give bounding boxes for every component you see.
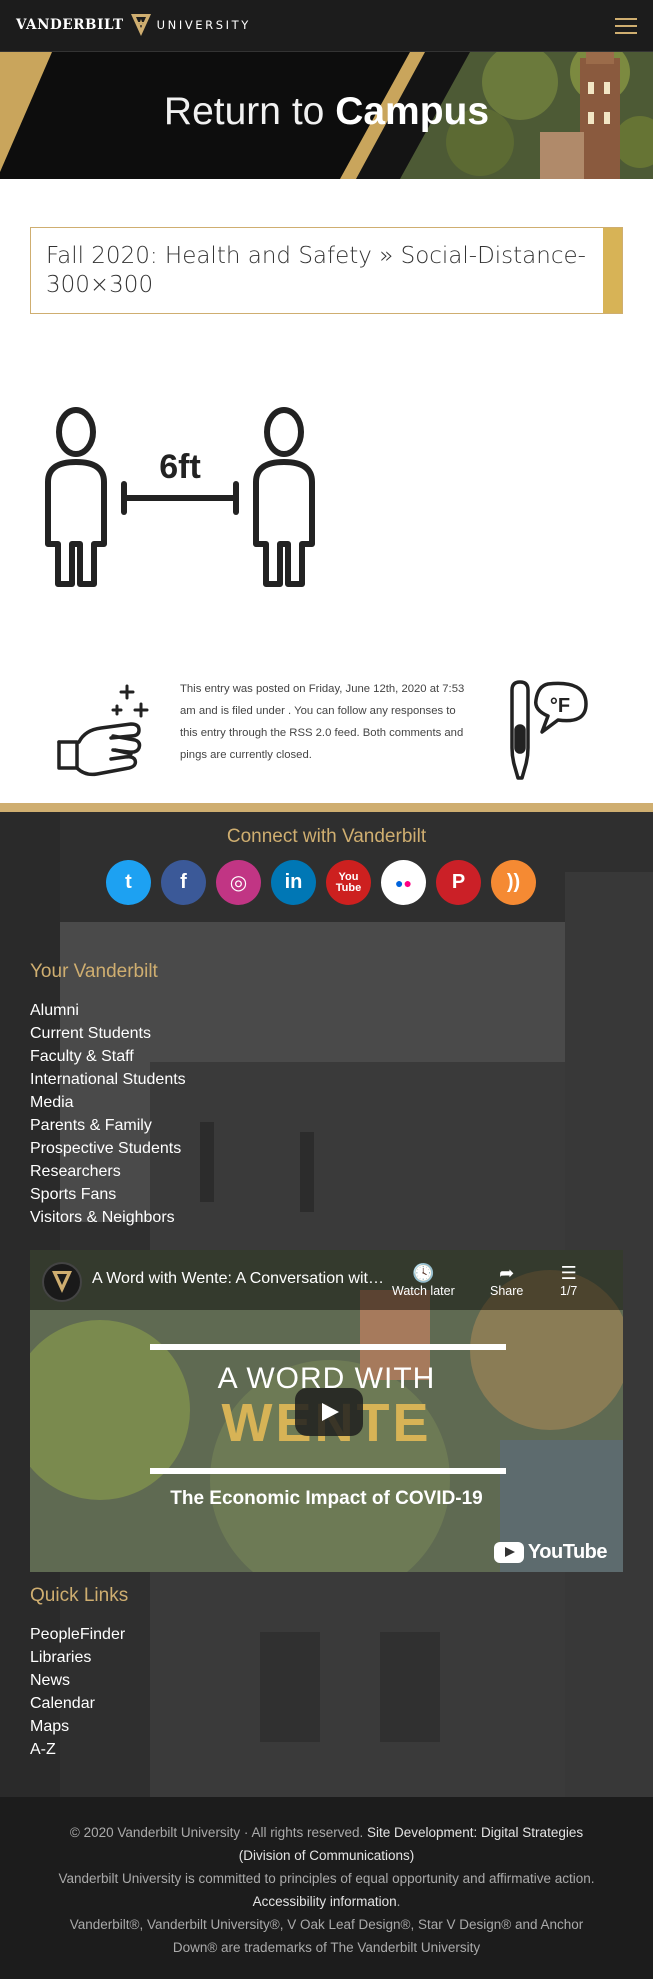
- video-title[interactable]: A Word with Wente: A Conversation with C…: [92, 1270, 392, 1288]
- link-researchers[interactable]: Researchers: [30, 1160, 186, 1183]
- copyright-line1: © 2020 Vanderbilt University · All right…: [50, 1821, 603, 1867]
- breadcrumb-accent-bar: [603, 228, 622, 313]
- thermometer-unit: °F: [550, 695, 570, 717]
- hand-washing-icon: [57, 684, 149, 777]
- connect-title: Connect with Vanderbilt: [226, 826, 427, 847]
- breadcrumb-separator: »: [379, 243, 394, 269]
- breadcrumb-parent-link[interactable]: Fall 2020: Health and Safety: [46, 243, 372, 269]
- footer: Connect with Vanderbilt t f ◎ in You Tube ● ● P…: [0, 812, 653, 1797]
- playlist-count: 1/7: [560, 1284, 578, 1298]
- link-a-z[interactable]: A-Z: [30, 1738, 125, 1761]
- link-maps[interactable]: Maps: [30, 1715, 125, 1738]
- embedded-video[interactable]: A Word with Wente: A Conversation with C…: [30, 1250, 623, 1572]
- flickr-dots: ●: [395, 874, 404, 891]
- link-prospective-students[interactable]: Prospective Students: [30, 1137, 186, 1160]
- linkedin-icon[interactable]: in: [271, 860, 316, 905]
- link-parents-family[interactable]: Parents & Family: [30, 1114, 186, 1137]
- top-navigation-bar: VANDERBILT UNIVERSITY: [0, 0, 653, 52]
- youtube-play-icon: [493, 1542, 524, 1563]
- link-current-students[interactable]: Current Students: [30, 1022, 186, 1045]
- watch-later-label: Watch later: [392, 1284, 455, 1298]
- link-international-students[interactable]: International Students: [30, 1068, 186, 1091]
- link-peoplefinder[interactable]: PeopleFinder: [30, 1623, 125, 1646]
- your-vanderbilt-title: Your Vanderbilt: [30, 961, 158, 982]
- youtube-icon[interactable]: You Tube: [326, 860, 371, 905]
- hero-title: Return to Campus: [0, 90, 653, 134]
- vanderbilt-logo[interactable]: VANDERBILT UNIVERSITY: [16, 13, 251, 37]
- trademark-statement: Vanderbilt®, Vanderbilt University®, V O…: [69, 1917, 584, 1955]
- logo-word-vanderbilt: VANDERBILT: [16, 17, 124, 33]
- pinterest-icon[interactable]: P: [436, 860, 481, 905]
- rss-icon[interactable]: )): [491, 860, 536, 905]
- accessibility-link[interactable]: Accessibility information: [253, 1894, 397, 1909]
- your-vanderbilt-links: Alumni Current Students Faculty & Staff Int…: [30, 999, 186, 1229]
- rss-link[interactable]: RSS 2.0: [289, 727, 331, 739]
- post-meta-text: This entry was posted on Friday, June 12…: [180, 678, 476, 766]
- hero-title-light: Return to: [163, 90, 325, 133]
- link-visitors-neighbors[interactable]: Visitors & Neighbors: [30, 1206, 186, 1229]
- hamburger-menu-icon[interactable]: [615, 18, 637, 34]
- footer-gold-rule: [0, 803, 653, 812]
- flickr-dots: ●: [403, 874, 412, 891]
- star-v-icon: [52, 1271, 72, 1293]
- share-label: Share: [490, 1284, 524, 1298]
- hero-title-bold: Campus: [335, 90, 490, 133]
- breadcrumb: Fall 2020: Health and Safety » Social-Di…: [30, 227, 623, 314]
- facebook-icon[interactable]: f: [161, 860, 206, 905]
- play-button[interactable]: [295, 1388, 363, 1436]
- copyright-line2: Vanderbilt University is committed to pr…: [50, 1867, 603, 1913]
- social-distance-illustration: 6ft: [45, 407, 315, 587]
- instagram-icon[interactable]: ◎: [216, 860, 261, 905]
- eeo-statement: Vanderbilt University is committed to pr…: [58, 1871, 595, 1886]
- share-arrow-icon: ➦: [499, 1263, 515, 1283]
- link-media[interactable]: Media: [30, 1091, 186, 1114]
- star-v-icon: [130, 14, 151, 36]
- link-news[interactable]: News: [30, 1669, 125, 1692]
- thermometer-icon: °F: [510, 680, 588, 780]
- watch-later-button[interactable]: 🕓 Watch later: [392, 1262, 455, 1298]
- breadcrumb-text: Fall 2020: Health and Safety » Social-Di…: [46, 242, 586, 300]
- hero-banner: Return to Campus: [0, 52, 653, 179]
- youtube-logo[interactable]: YouTube: [493, 1541, 608, 1564]
- quick-links: PeopleFinder Libraries News Calendar Maps A-Z: [30, 1623, 125, 1761]
- link-calendar[interactable]: Calendar: [30, 1692, 125, 1715]
- quick-links-title: Quick Links: [30, 1585, 129, 1606]
- youtube-brand: YouTube: [527, 1541, 608, 1563]
- flickr-icon[interactable]: ● ●: [381, 860, 426, 905]
- link-alumni[interactable]: Alumni: [30, 999, 186, 1022]
- playlist-icon: ☰: [560, 1263, 577, 1283]
- link-faculty-staff[interactable]: Faculty & Staff: [30, 1045, 186, 1068]
- overlay-line3: The Economic Impact of COVID-19: [170, 1488, 483, 1509]
- copyright-bar: © 2020 Vanderbilt University · All right…: [0, 1797, 653, 1979]
- share-button[interactable]: ➦ Share: [490, 1262, 523, 1298]
- link-libraries[interactable]: Libraries: [30, 1646, 125, 1669]
- twitter-icon[interactable]: t: [106, 860, 151, 905]
- clock-icon: 🕓: [412, 1263, 435, 1283]
- social-links: t f ◎ in You Tube ● ● P)): [106, 860, 536, 905]
- overlay-rule-top: [150, 1344, 506, 1350]
- overlay-rule-bottom: [150, 1468, 506, 1474]
- playlist-button[interactable]: ☰ 1/7: [560, 1262, 577, 1298]
- eeo-period: .: [396, 1894, 401, 1909]
- distance-label: 6ft: [159, 448, 201, 486]
- channel-avatar[interactable]: [42, 1262, 82, 1302]
- logo-word-university: UNIVERSITY: [156, 18, 251, 32]
- link-sports-fans[interactable]: Sports Fans: [30, 1183, 186, 1206]
- copyright-notice: © 2020 Vanderbilt University · All right…: [69, 1825, 367, 1840]
